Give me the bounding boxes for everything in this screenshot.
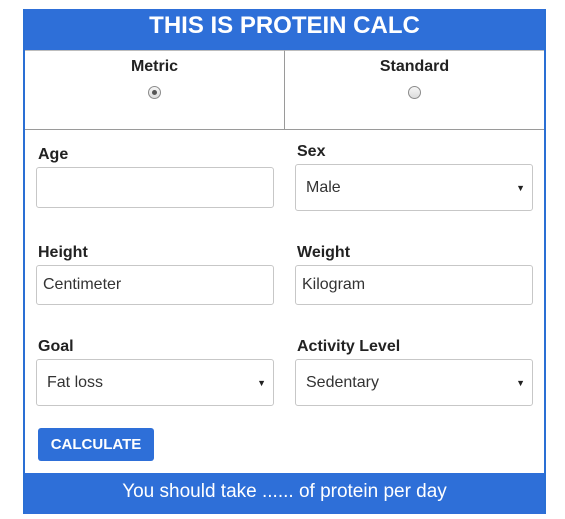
result-text: You should take ...... of protein per da… <box>25 473 544 514</box>
unit-option-standard[interactable]: Standard <box>284 50 544 129</box>
goal-select-value: Fat loss <box>47 373 104 391</box>
sex-label: Sex <box>297 143 326 160</box>
height-input[interactable] <box>36 265 274 305</box>
unit-option-label: Standard <box>379 58 450 75</box>
unit-selector: Metric Standard <box>25 50 544 130</box>
calculate-button[interactable]: CALCULATE <box>38 428 154 461</box>
activity-level-label: Activity Level <box>297 338 401 355</box>
caret-down-icon: ▼ <box>516 377 525 388</box>
caret-down-icon: ▼ <box>257 377 266 388</box>
goal-label: Goal <box>38 338 74 355</box>
activity-level-select[interactable]: Sedentary ▼ <box>295 359 533 406</box>
age-label: Age <box>38 146 69 163</box>
weight-input[interactable] <box>295 265 533 305</box>
sex-select-value: Male <box>306 178 341 196</box>
radio-icon[interactable] <box>148 86 161 99</box>
radio-icon[interactable] <box>408 86 421 99</box>
unit-option-label: Metric <box>130 58 179 75</box>
activity-level-select-value: Sedentary <box>306 373 379 391</box>
goal-select[interactable]: Fat loss ▼ <box>36 359 274 406</box>
age-input[interactable] <box>36 167 274 208</box>
caret-down-icon: ▼ <box>516 182 525 193</box>
protein-calculator: THIS IS PROTEIN CALC Metric Standard Age… <box>23 9 546 514</box>
unit-option-metric[interactable]: Metric <box>25 50 284 129</box>
sex-select[interactable]: Male ▼ <box>295 164 533 211</box>
weight-label: Weight <box>297 244 351 261</box>
height-label: Height <box>38 244 88 261</box>
page-title: THIS IS PROTEIN CALC <box>25 9 544 50</box>
